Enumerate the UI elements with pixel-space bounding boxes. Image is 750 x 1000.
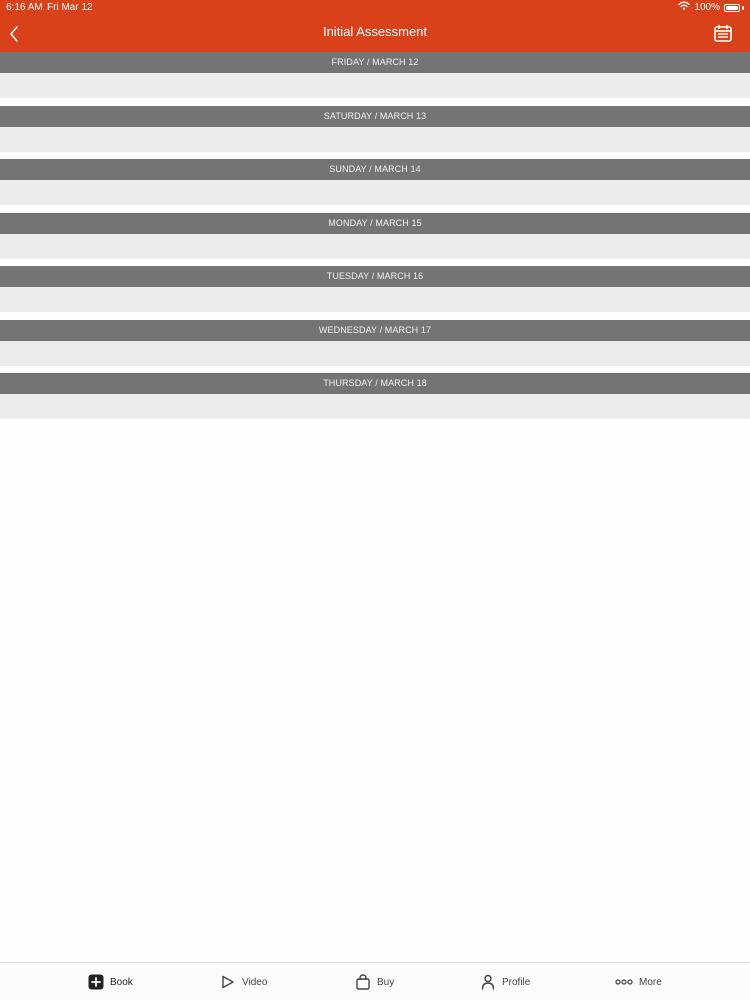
day-section: SATURDAY / MARCH 13 — [0, 105, 750, 159]
day-slot-row[interactable] — [0, 73, 750, 98]
tab-bar: Book Video Buy Profile More — [0, 962, 750, 1000]
battery-icon — [724, 4, 740, 12]
plus-square-icon — [88, 974, 104, 990]
tab-video-label: Video — [242, 976, 268, 988]
day-section: MONDAY / MARCH 15 — [0, 212, 750, 266]
navbar: Initial Assessment — [0, 16, 750, 52]
day-header: WEDNESDAY / MARCH 17 — [0, 319, 750, 341]
day-header: MONDAY / MARCH 15 — [0, 212, 750, 234]
day-header: SATURDAY / MARCH 13 — [0, 105, 750, 127]
tab-more[interactable]: More — [615, 963, 662, 1000]
shopping-bag-icon — [356, 974, 370, 990]
ellipsis-icon — [615, 979, 633, 985]
day-section: TUESDAY / MARCH 16 — [0, 266, 750, 320]
day-slot-row[interactable] — [0, 126, 750, 152]
day-section: WEDNESDAY / MARCH 17 — [0, 319, 750, 373]
day-gap — [0, 98, 750, 106]
day-header: FRIDAY / MARCH 12 — [0, 52, 750, 73]
tab-more-label: More — [639, 976, 662, 988]
day-header: SUNDAY / MARCH 14 — [0, 159, 750, 180]
status-bar: 6:16 AM Fri Mar 12 100% — [0, 0, 750, 16]
day-list: FRIDAY / MARCH 12 SATURDAY / MARCH 13 SU… — [0, 52, 750, 427]
status-date: Fri Mar 12 — [47, 2, 93, 13]
day-gap — [0, 312, 750, 320]
day-gap — [0, 258, 750, 266]
day-header: THURSDAY / MARCH 18 — [0, 373, 750, 394]
person-icon — [481, 974, 495, 990]
play-icon — [222, 975, 234, 989]
status-right: 100% — [678, 0, 744, 16]
day-section: THURSDAY / MARCH 18 — [0, 373, 750, 427]
app-screen: 6:16 AM Fri Mar 12 100% Initial Assessme… — [0, 0, 750, 1000]
calendar-icon — [714, 24, 732, 42]
tab-video[interactable]: Video — [220, 963, 267, 1000]
tab-profile[interactable]: Profile — [480, 963, 530, 1000]
day-header: TUESDAY / MARCH 16 — [0, 266, 750, 287]
header: 6:16 AM Fri Mar 12 100% Initial Assessme… — [0, 0, 750, 52]
day-slot-row[interactable] — [0, 340, 750, 366]
calendar-button[interactable] — [713, 24, 733, 44]
wifi-icon — [678, 0, 691, 16]
day-gap — [0, 151, 750, 159]
day-slot-row[interactable] — [0, 180, 750, 205]
tab-buy-label: Buy — [377, 976, 395, 988]
battery-cap — [742, 6, 744, 10]
day-gap — [0, 365, 750, 373]
day-section: SUNDAY / MARCH 14 — [0, 159, 750, 213]
tab-buy[interactable]: Buy — [355, 963, 394, 1000]
day-section: FRIDAY / MARCH 12 — [0, 52, 750, 106]
page-title: Initial Assessment — [322, 24, 428, 39]
tab-profile-label: Profile — [502, 976, 531, 988]
day-slot-row[interactable] — [0, 233, 750, 259]
day-slot-row[interactable] — [0, 394, 750, 419]
day-gap — [0, 419, 750, 427]
battery-text: 100% — [694, 2, 720, 13]
tab-book-label: Book — [110, 976, 133, 988]
tab-book[interactable]: Book — [88, 963, 133, 1000]
day-gap — [0, 205, 750, 213]
day-slot-row[interactable] — [0, 287, 750, 312]
status-time: 6:16 AM — [6, 2, 43, 13]
